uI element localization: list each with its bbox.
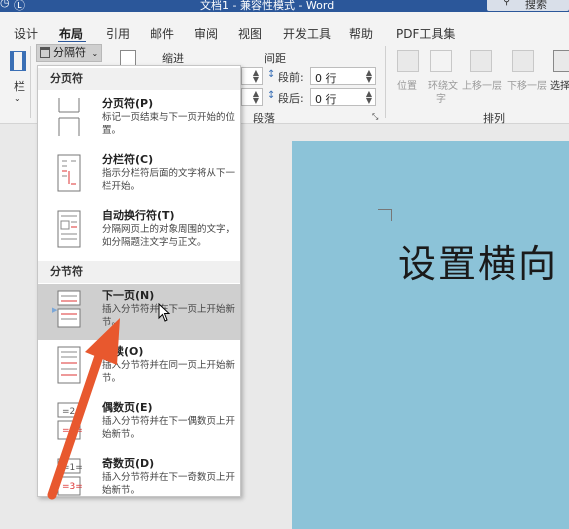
send-backward-icon[interactable] [512,50,534,72]
menu-item-column-break[interactable]: 分栏符(C) 指示分栏符后面的文字将从下一栏开始。 [38,148,240,204]
breaks-button[interactable]: 分隔符 ⌄ [36,44,102,62]
spacing-before-label: 段前: [278,71,304,84]
select-icon[interactable] [553,50,569,72]
spacing-after-input[interactable]: 0 行 ▲ ▼ [310,88,376,106]
margin-corner-mark [378,209,392,210]
search-box[interactable]: ⚲ 搜索 [487,0,569,11]
svg-text:=2=: =2= [62,407,82,417]
svg-text:=1=: =1= [62,463,82,473]
menu-item-next-page[interactable]: ▶ 下一页(N) 插入分节符并在下一页上开始新节。 [38,284,240,340]
window-title: 文档1 - 兼容性模式 - Word [200,0,335,12]
next-page-icon [57,290,81,328]
bring-forward-icon[interactable] [470,50,492,72]
tab-view[interactable]: 视图 [238,25,262,42]
menu-item-odd-page[interactable]: =1= =3= 奇数页(D) 插入分节符并在下一奇数页上开始新节。 [38,452,240,508]
columns-chevron-icon[interactable]: ⌄ [14,94,21,103]
paragraph-dialog-launcher-icon[interactable]: ⤡ [372,112,378,122]
tab-review[interactable]: 审阅 [194,25,218,42]
indent-right-spinner[interactable]: ▲ ▼ [241,88,263,106]
indent-left-spinner[interactable]: ▲ ▼ [241,67,263,85]
wrap-text-label-2: 字 [436,94,446,105]
title-bar: ◷ Ⓛ 文档1 - 兼容性模式 - Word ⚲ 搜索 [0,0,569,12]
tab-mailings[interactable]: 邮件 [150,25,174,42]
tab-developer[interactable]: 开发工具 [283,25,331,42]
document-text[interactable]: 设置横向 [398,233,558,288]
tab-layout[interactable]: 布局 [59,25,83,42]
document-page[interactable]: 设置横向 [292,141,569,529]
section-breaks-header: 分节符 [38,261,240,283]
column-break-icon [57,154,81,192]
touch-mode-icon[interactable]: Ⓛ [14,0,25,12]
even-page-icon: =2= =4= [57,402,82,440]
spacing-after-icon: ↕ [267,90,276,101]
columns-label[interactable]: 栏 [14,78,25,94]
position-label[interactable]: 位置 [397,77,417,92]
menu-item-page-break[interactable]: 分页符(P) 标记一页结束与下一页开始的位置。 [38,92,240,148]
search-label: 搜索 [525,0,547,11]
quick-access-icon[interactable]: ◷ [0,0,10,9]
menu-item-even-page[interactable]: =2= =4= 偶数页(E) 插入分节符并在下一偶数页上开始新节。 [38,396,240,452]
menu-item-continuous[interactable]: 连续(O) 插入分节符并在同一页上开始新节。 [38,340,240,396]
continuous-icon [57,346,81,384]
mouse-cursor-icon [158,303,171,322]
spacing-before-icon: ↕ [267,69,276,80]
columns-icon[interactable] [10,51,26,71]
menu-item-text-wrapping-break[interactable]: 自动换行符(T) 分隔网页上的对象周围的文字，如分隔题注文字与正文。 [38,204,240,260]
tab-help[interactable]: 帮助 [349,25,373,42]
separator [30,46,31,118]
wrap-text-icon[interactable] [430,50,452,72]
text-wrapping-break-icon [57,210,81,248]
svg-text:=4=: =4= [62,426,82,436]
send-backward-label[interactable]: 下移一层 [507,77,547,92]
odd-page-icon: =1= =3= [57,458,82,496]
margin-corner-mark [391,209,392,221]
svg-text:=3=: =3= [62,482,82,492]
select-label[interactable]: 选择 [550,77,569,92]
indent-label: 缩进 [162,52,184,65]
search-icon: ⚲ [503,0,511,7]
tab-references[interactable]: 引用 [106,25,130,42]
spacing-after-label: 段后: [278,92,304,105]
page-breaks-header: 分页符 [38,68,240,90]
page-break-icon [58,98,80,136]
spacing-before-input[interactable]: 0 行 ▲ ▼ [310,67,376,85]
breaks-menu: 分页符 分页符(P) 标记一页结束与下一页开始的位置。 分栏符(C) 指示分栏符… [37,65,241,497]
separator [385,46,386,118]
ribbon-tabs: 设计 布局 引用 邮件 审阅 视图 开发工具 帮助 PDF工具集 [0,12,569,43]
spacing-label: 间距 [264,52,286,65]
tab-pdf-tools[interactable]: PDF工具集 [396,25,455,42]
bring-forward-label[interactable]: 上移一层 [462,77,502,92]
chevron-down-icon: ⌄ [91,49,99,58]
position-icon[interactable] [397,50,419,72]
breaks-icon [40,47,50,58]
tab-design[interactable]: 设计 [14,25,38,42]
